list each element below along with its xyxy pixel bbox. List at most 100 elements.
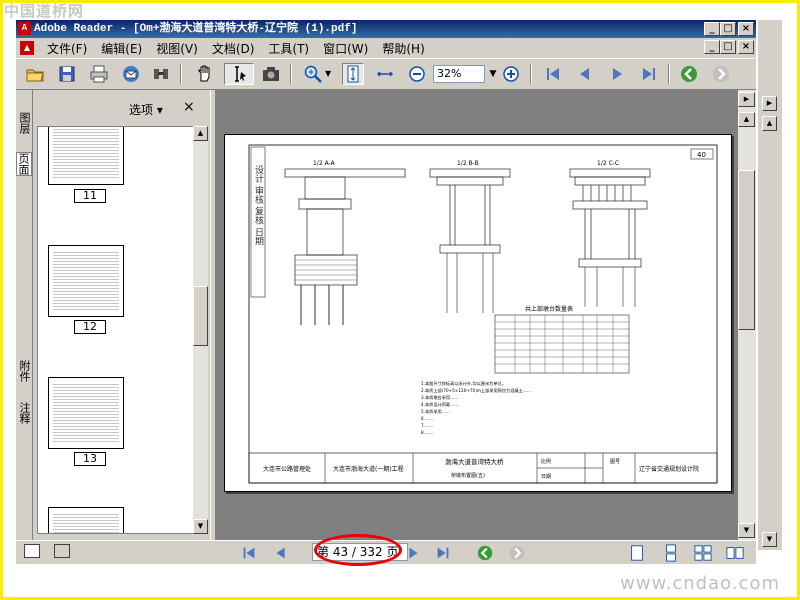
menu-file[interactable]: 文件(F) <box>40 40 94 57</box>
outer-scroll-arrow[interactable]: ▶ <box>762 96 777 111</box>
doc-scroll-up-button[interactable]: ▲ <box>738 112 755 127</box>
zoom-dropdown-arrow[interactable]: ▼ <box>325 69 331 78</box>
outer-scroll-up[interactable]: ▲ <box>762 116 777 131</box>
status-back-icon[interactable] <box>476 544 494 562</box>
status-last-page-icon[interactable] <box>434 544 452 562</box>
status-prev-page-icon[interactable] <box>272 544 290 562</box>
doc-restore-button[interactable]: □ <box>720 40 736 54</box>
titleblock-sheet: 图号 <box>610 459 620 465</box>
minimize-button[interactable]: _ <box>704 22 720 36</box>
menu-bar: ▲ 文件(F) 编辑(E) 视图(V) 文档(D) 工具(T) 窗口(W) 帮助… <box>16 38 756 58</box>
tab-pages[interactable]: 页面 <box>16 152 32 176</box>
facing-view-icon[interactable] <box>694 544 712 562</box>
forward-icon[interactable] <box>710 63 732 85</box>
titleblock-date: 日期 <box>541 474 551 480</box>
back-icon[interactable] <box>678 63 700 85</box>
next-page-icon[interactable] <box>606 63 628 85</box>
page-corner-number: 40 <box>697 151 706 159</box>
thumbnail-scrollbar[interactable]: ▲ ▼ <box>193 126 208 534</box>
note-line: 4.本桥设计荷载…… <box>421 401 459 408</box>
toolbar-separator <box>180 64 182 84</box>
snapshot-icon[interactable] <box>260 63 282 85</box>
panel-options-menu[interactable]: 选项 ▾ <box>129 101 163 118</box>
restore-button[interactable]: □ <box>720 22 736 36</box>
open-icon[interactable] <box>24 63 46 85</box>
continuous-facing-view-icon[interactable] <box>726 544 744 562</box>
document-view[interactable]: 设计 审核 复核 日期 40 1/2 A-A 1/2 B-B 1/2 C-C 共… <box>216 90 738 540</box>
toolbar-separator <box>530 64 532 84</box>
tab-comments[interactable]: 注释 <box>16 402 32 424</box>
doc-close-button[interactable]: × <box>738 40 754 54</box>
note-line: 6.…… <box>421 416 433 421</box>
zoom-input[interactable]: 32% <box>433 65 485 83</box>
thumbnail-page-13[interactable] <box>48 377 124 449</box>
fit-page-icon[interactable] <box>342 63 364 85</box>
menu-document[interactable]: 文档(D) <box>205 40 262 57</box>
thumbnail-page-14[interactable] <box>48 507 124 533</box>
scroll-down-button[interactable]: ▼ <box>193 519 208 534</box>
tab-attachments[interactable]: 附件 <box>16 360 32 382</box>
zoom-in-icon[interactable] <box>500 63 522 85</box>
thumbnail-label: 12 <box>74 320 106 334</box>
background-window-edge: ▶ ▲ ▼ <box>758 20 782 550</box>
thumbnail-page-12[interactable] <box>48 245 124 317</box>
thumbnail-list: 11 12 13 <box>37 126 195 534</box>
titleblock-drawing-sub: 桥墩布置图(五) <box>451 472 485 479</box>
menu-tools[interactable]: 工具(T) <box>261 40 316 57</box>
menu-edit[interactable]: 编辑(E) <box>94 40 149 57</box>
print-icon[interactable] <box>88 63 110 85</box>
doc-scroll-left-arrow[interactable]: ▶ <box>738 92 755 107</box>
titleblock-owner: 大连市公路管理处 <box>263 465 311 473</box>
status-first-page-icon[interactable] <box>240 544 258 562</box>
menu-help[interactable]: 帮助(H) <box>375 40 431 57</box>
section-label-c: 1/2 C-C <box>597 160 619 167</box>
document-icon: ▲ <box>20 41 34 55</box>
status-forward-icon[interactable] <box>508 544 526 562</box>
titleblock-project: 大连市渤海大道(一期)工程 <box>333 465 404 473</box>
continuous-view-icon[interactable] <box>662 544 680 562</box>
outer-scroll-down[interactable]: ▼ <box>762 532 777 547</box>
document-scrollbar[interactable]: ▶ ▲ ▼ <box>738 90 756 540</box>
scroll-thumb[interactable] <box>193 286 208 346</box>
search-icon[interactable] <box>150 63 172 85</box>
note-line: 5.本桥采用…… <box>421 408 450 415</box>
titleblock-drawing-name: 渤海大道普湾特大桥 <box>445 457 504 466</box>
menu-view[interactable]: 视图(V) <box>149 40 205 57</box>
note-line: 1.本图尺寸除标高以米计外,均以厘米为单位。 <box>421 380 506 387</box>
save-icon[interactable] <box>56 63 78 85</box>
zoom-out-icon[interactable] <box>406 63 428 85</box>
zoom-icon[interactable] <box>302 63 324 85</box>
toggle-navigation-icon[interactable] <box>24 544 40 558</box>
zoom-select-arrow[interactable]: ▼ <box>486 65 500 83</box>
tab-layers[interactable]: 图层 <box>16 112 32 134</box>
section-label-b: 1/2 B-B <box>457 160 479 167</box>
stamp-text: 设计 审核 复核 日期 <box>253 165 264 247</box>
note-line: 2.本桥上部(70+5×120+70)m上部采用预应力混凝土…… <box>421 387 531 394</box>
last-page-icon[interactable] <box>638 63 660 85</box>
menu-window[interactable]: 窗口(W) <box>316 40 375 57</box>
toolbar-separator <box>668 64 670 84</box>
panel-close-button[interactable]: × <box>183 99 195 115</box>
thumbnail-label: 13 <box>74 452 106 466</box>
note-line: 8.…… <box>421 430 433 435</box>
scroll-up-button[interactable]: ▲ <box>193 126 208 141</box>
close-button[interactable]: × <box>738 22 754 36</box>
titleblock-designer: 辽宁省交通规划设计院 <box>639 465 699 473</box>
doc-minimize-button[interactable]: _ <box>704 40 720 54</box>
status-next-page-icon[interactable] <box>404 544 422 562</box>
prev-page-icon[interactable] <box>574 63 596 85</box>
single-page-view-icon[interactable] <box>628 544 646 562</box>
table-title: 共上部墩台数量表 <box>525 305 573 313</box>
watermark-top: 中国道桥网 <box>4 2 85 20</box>
doc-scroll-down-button[interactable]: ▼ <box>738 523 755 538</box>
email-icon[interactable] <box>120 63 142 85</box>
collapse-panel-icon[interactable] <box>54 544 70 558</box>
hand-icon[interactable] <box>194 63 216 85</box>
select-text-icon[interactable] <box>224 63 254 85</box>
highlight-ellipse <box>314 534 402 566</box>
titleblock-scale: 比例 <box>541 458 551 465</box>
doc-scroll-thumb[interactable] <box>738 170 755 330</box>
fit-width-icon[interactable] <box>374 63 396 85</box>
thumbnail-page-11[interactable] <box>48 127 124 185</box>
first-page-icon[interactable] <box>542 63 564 85</box>
